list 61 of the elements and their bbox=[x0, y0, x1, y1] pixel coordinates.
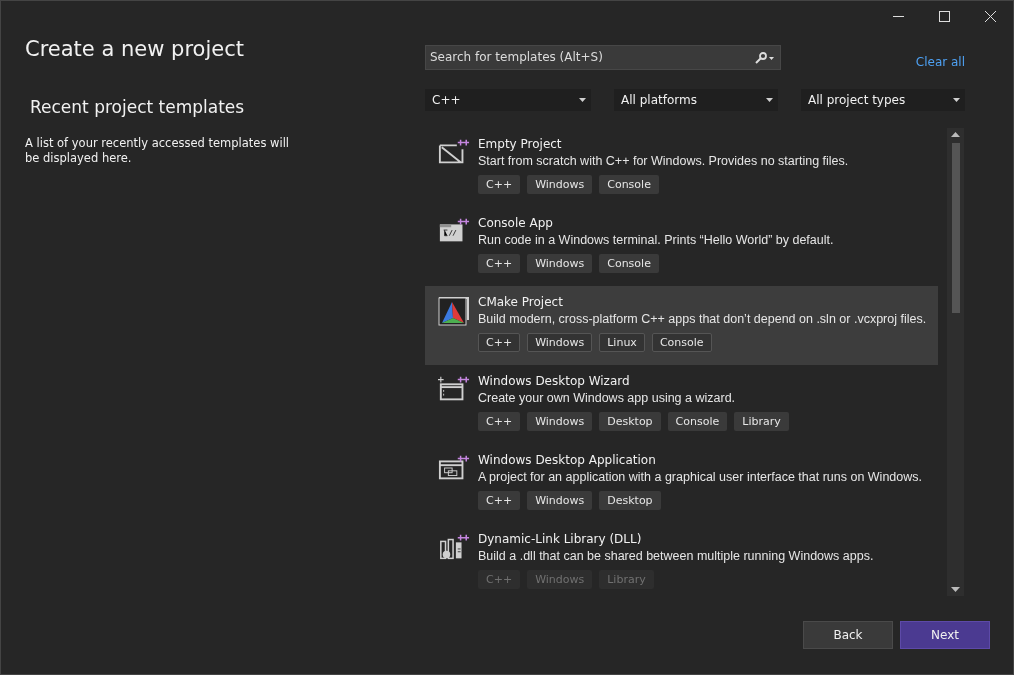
template-tag: Console bbox=[651, 333, 712, 352]
template-title: Windows Desktop Wizard bbox=[478, 373, 631, 390]
template-description: Build a .dll that can be shared between multiple running Windows apps. bbox=[478, 548, 874, 565]
template-tag: Windows bbox=[527, 254, 593, 273]
template-tag: Console bbox=[667, 412, 728, 431]
template-tag: C++ bbox=[478, 412, 521, 431]
wizard-window-icon bbox=[438, 375, 470, 403]
triangle-logo-icon bbox=[438, 296, 470, 326]
template-tag: C++ bbox=[478, 491, 521, 510]
template-tag: Linux bbox=[599, 333, 645, 352]
template-tag: C++ bbox=[478, 333, 521, 352]
template-tag: Console bbox=[599, 254, 659, 273]
template-tag: Windows bbox=[527, 412, 593, 431]
template-tag: Windows bbox=[527, 175, 593, 194]
filter-dropdown[interactable]: All project types bbox=[801, 89, 965, 111]
template-item[interactable]: Empty Project Start from scratch with C++ for Windows. Provides no starting files. C++ Windows Console bbox=[425, 128, 938, 207]
template-description: Build modern, cross-platform C++ apps that don’t depend on .sln or .vcxproj files. bbox=[478, 311, 927, 328]
back-button[interactable]: Back bbox=[803, 621, 893, 649]
minimize-icon bbox=[892, 15, 904, 17]
window-title: Create a new project bbox=[25, 36, 245, 63]
template-tag: Windows bbox=[527, 491, 593, 510]
template-tag: Library bbox=[734, 412, 789, 431]
template-title: CMake Project bbox=[478, 294, 564, 311]
template-description: Start from scratch with C++ for Windows. Provides no starting files. bbox=[478, 153, 849, 170]
filter-dropdown[interactable]: C++ bbox=[425, 89, 591, 111]
clear-all-link[interactable]: Clear all bbox=[915, 55, 965, 69]
template-tag: Windows bbox=[527, 333, 593, 352]
template-title: Console App bbox=[478, 215, 554, 232]
template-title: Dynamic-Link Library (DLL) bbox=[478, 531, 643, 548]
empty-recent-message: A list of your recently accessed templates will be displayed here. bbox=[25, 136, 291, 166]
dropdown-caret-icon bbox=[953, 98, 960, 102]
template-description: Create your own Windows app using a wizard. bbox=[478, 390, 737, 407]
template-tag: C++ bbox=[478, 175, 521, 194]
search-icon bbox=[755, 51, 775, 64]
template-tag: Desktop bbox=[599, 491, 661, 510]
template-item[interactable]: Windows Desktop Wizard Create your own Windows app using a wizard. C++ Windows Desktop Console Library bbox=[425, 365, 938, 444]
template-item[interactable]: Dynamic-Link Library (DLL) Build a .dll that can be shared between multiple running Windows apps. C++ Windows Library bbox=[425, 523, 938, 596]
scrollbar-thumb[interactable] bbox=[951, 143, 960, 313]
template-tag: C++ bbox=[478, 254, 521, 273]
dropdown-caret-icon bbox=[579, 98, 586, 102]
template-item[interactable]: CMake Project Build modern, cross-platform C++ apps that don’t depend on .sln or .vcxproj files. C++ Windows Linux Console bbox=[425, 286, 938, 365]
template-item[interactable]: Console App Run code in a Windows terminal. Prints “Hello World” by default. C++ Windows Console bbox=[425, 207, 938, 286]
template-item[interactable]: Windows Desktop Application A project for an application with a graphical user interface that runs on Windows. C++ Windows Desktop bbox=[425, 444, 938, 523]
template-tag: Desktop bbox=[599, 412, 661, 431]
template-description: A project for an application with a graphical user interface that runs on Windows. bbox=[478, 469, 922, 486]
dropdown-caret-icon bbox=[766, 98, 773, 102]
template-tag: Windows bbox=[527, 570, 593, 589]
template-tag: Library bbox=[599, 570, 654, 589]
filter-dropdown[interactable]: All platforms bbox=[614, 89, 778, 111]
template-title: Windows Desktop Application bbox=[478, 452, 657, 469]
template-tag: C++ bbox=[478, 570, 521, 589]
section-heading: Recent project templates bbox=[30, 96, 246, 119]
search-field[interactable]: Search for templates (Alt+S) bbox=[425, 44, 781, 70]
template-title: Empty Project bbox=[478, 136, 563, 153]
close-icon bbox=[984, 10, 996, 22]
desktop-window-icon bbox=[438, 454, 470, 482]
maximize-icon bbox=[938, 10, 950, 22]
template-tag: Console bbox=[599, 175, 659, 194]
empty-project-icon bbox=[438, 138, 470, 166]
next-button[interactable]: Next bbox=[900, 621, 990, 649]
template-description: Run code in a Windows terminal. Prints “Hello World” by default. bbox=[478, 232, 834, 249]
